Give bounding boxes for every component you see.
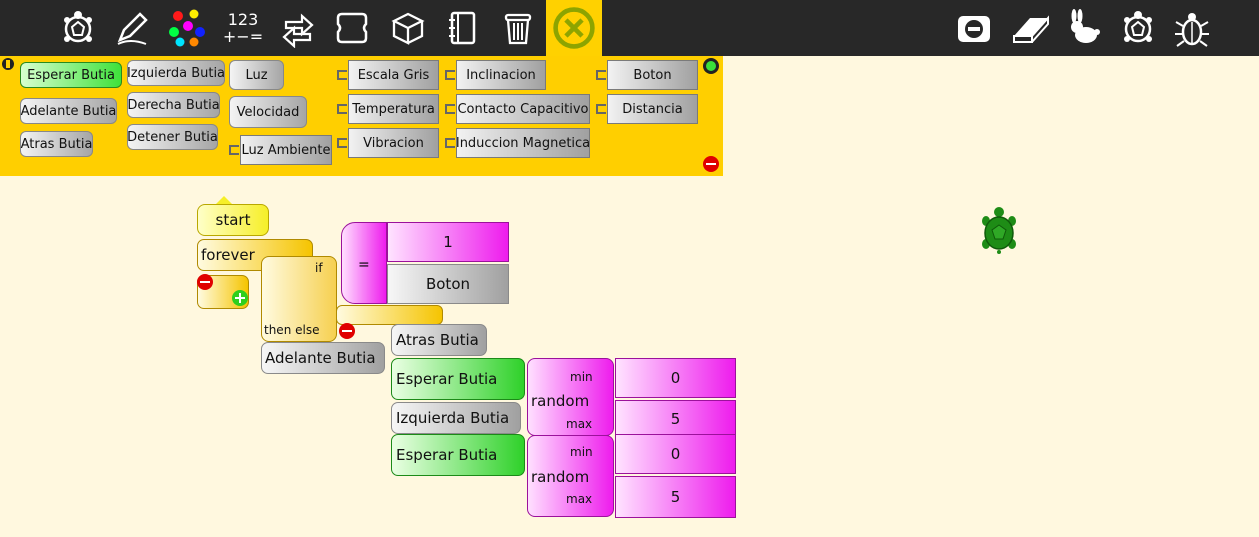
eraser-icon[interactable]	[1006, 4, 1054, 52]
trash-icon[interactable]	[494, 4, 542, 52]
adelante-butia-block[interactable]: Adelante Butia	[261, 342, 385, 374]
palette-distancia[interactable]: Distancia	[596, 94, 698, 124]
atras-butia-block[interactable]: Atras Butia	[391, 324, 487, 356]
numbers-icon[interactable]: 123 +−=	[219, 4, 267, 52]
random2-max-value[interactable]: 5	[615, 476, 736, 518]
program-canvas[interactable]: start forever if then else = 1 Boton Ade…	[0, 176, 1259, 537]
equals-sign: =	[358, 257, 370, 273]
turtle-icon[interactable]	[54, 4, 102, 52]
if-else-arm	[336, 305, 443, 325]
palette-luz[interactable]: Luz	[229, 60, 284, 90]
box-icon[interactable]	[384, 4, 432, 52]
blocks-icon[interactable]	[328, 4, 376, 52]
palette-temperatura[interactable]: Temperatura	[337, 94, 439, 124]
if-label: if	[315, 261, 323, 275]
random2-label: random	[531, 468, 590, 486]
equals-left-value[interactable]: 1	[387, 222, 509, 262]
palette-next-icon[interactable]	[703, 58, 719, 74]
turtle-sprite-icon	[980, 206, 1018, 256]
random-block-2[interactable]: min random max	[527, 435, 614, 517]
palette-derecha-butia[interactable]: Derecha Butia	[127, 92, 220, 118]
palette-induccion-magnetica[interactable]: Induccion Magnetica	[445, 128, 590, 158]
bug-icon[interactable]	[1168, 4, 1216, 52]
random1-min-value[interactable]: 0	[615, 358, 736, 398]
palette-adelante-butia[interactable]: Adelante Butia	[20, 98, 117, 124]
notebook-icon[interactable]	[438, 4, 486, 52]
palette-esperar-butia[interactable]: Esperar Butia	[20, 62, 122, 88]
start-block[interactable]: start	[197, 204, 269, 236]
rabbit-icon[interactable]	[1060, 4, 1108, 52]
palette-vibracion[interactable]: Vibracion	[337, 128, 439, 158]
palette-escala-gris[interactable]: Escala Gris	[337, 60, 439, 90]
palette-detener-butia[interactable]: Detener Butia	[127, 124, 218, 150]
random2-min-value[interactable]: 0	[615, 434, 736, 474]
esperar-butia-block-2[interactable]: Esperar Butia	[391, 434, 525, 476]
palette-velocidad[interactable]: Velocidad	[229, 96, 307, 128]
palette-luz-ambiente[interactable]: Luz Ambiente	[229, 135, 332, 165]
random2-min-label: min	[570, 445, 593, 459]
stop-icon[interactable]	[950, 4, 998, 52]
palette-inclinacion[interactable]: Inclinacion	[445, 60, 546, 90]
numbers-line1: 123	[227, 10, 259, 29]
if-then-else-block[interactable]: if then else	[261, 256, 337, 342]
palette-hide-icon[interactable]	[703, 156, 719, 172]
random1-min-label: min	[570, 370, 593, 384]
expand-icon[interactable]	[232, 290, 248, 306]
if-collapse-icon[interactable]	[339, 323, 355, 339]
then-else-label: then else	[264, 323, 320, 337]
random2-max-label: max	[566, 492, 593, 506]
palette-izquierda-butia[interactable]: Izquierda Butia	[127, 60, 225, 86]
pen-icon[interactable]	[108, 4, 156, 52]
flow-icon[interactable]	[274, 4, 322, 52]
numbers-line2: +−=	[222, 27, 264, 46]
block-palette: Esperar Butia Adelante Butia Atras Butia…	[0, 56, 723, 176]
palette-icon[interactable]	[164, 4, 212, 52]
palette-atras-butia[interactable]: Atras Butia	[20, 131, 93, 157]
equals-block[interactable]: =	[341, 222, 387, 304]
random1-max-label: max	[566, 417, 593, 431]
close-palette-icon[interactable]	[546, 0, 602, 56]
palette-contacto-capacitivo[interactable]: Contacto Capacitivo	[445, 94, 590, 124]
izquierda-butia-block[interactable]: Izquierda Butia	[391, 402, 521, 434]
random-block-1[interactable]: min random max	[527, 358, 614, 436]
main-toolbar: 123 +−=	[0, 0, 1259, 56]
random1-label: random	[531, 392, 590, 410]
palette-boton[interactable]: Boton	[596, 60, 698, 90]
random1-max-value[interactable]: 5	[615, 400, 736, 438]
palette-orientation-icon[interactable]	[2, 58, 14, 70]
collapse-icon[interactable]	[197, 274, 213, 290]
turtle-slow-icon[interactable]	[1114, 4, 1162, 52]
equals-right-boton[interactable]: Boton	[387, 264, 509, 304]
esperar-butia-block-1[interactable]: Esperar Butia	[391, 358, 525, 400]
